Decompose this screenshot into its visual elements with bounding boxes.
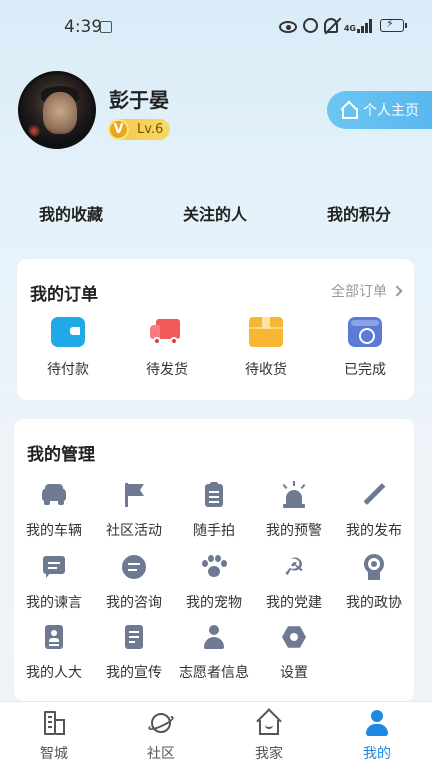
vip-icon: V: [108, 119, 129, 140]
management-item-label: 我的宠物: [186, 595, 242, 611]
nav-item-my-home[interactable]: 我家: [229, 708, 309, 763]
order-pending-receipt[interactable]: 待收货: [231, 317, 301, 379]
management-item-label: 我的宣传: [106, 665, 162, 681]
all-orders-link[interactable]: 全部订单: [331, 281, 403, 301]
management-item-label: 我的车辆: [26, 523, 82, 539]
sim-icon: [100, 21, 112, 33]
user-icon: [363, 709, 391, 737]
nav-item-me[interactable]: 我的: [337, 709, 417, 763]
level-text: Lv.6: [137, 122, 164, 137]
management-item-label: 我的政协: [346, 595, 402, 611]
nav-item-smart-city[interactable]: 智城: [14, 709, 94, 763]
settings-hex-icon: [279, 622, 309, 652]
flag-icon: [119, 480, 149, 510]
management-item-label: 随手拍: [193, 523, 235, 539]
personal-homepage-label: 个人主页: [363, 103, 419, 119]
order-item-label: 待发货: [146, 362, 188, 378]
wallet-icon: [51, 317, 85, 347]
management-item-label: 我的发布: [346, 523, 402, 539]
management-item-label: 我的人大: [26, 665, 82, 681]
party-emblem-icon: ☭: [283, 553, 305, 581]
orders-title: 我的订单: [30, 285, 98, 305]
house-icon: [255, 708, 283, 737]
mute-bell-icon: [323, 18, 338, 33]
nav-item-label: 我家: [255, 746, 283, 762]
order-completed[interactable]: 已完成: [330, 317, 400, 379]
truck-icon: [150, 317, 184, 347]
management-item-volunteer-info[interactable]: 志愿者信息: [174, 622, 254, 682]
box-icon: [249, 317, 283, 347]
chat-bubble-icon: [119, 552, 149, 582]
person-icon: [199, 622, 229, 652]
management-item-pets[interactable]: 我的宠物: [174, 552, 254, 612]
car-icon: [39, 480, 69, 510]
nav-item-label: 我的: [363, 746, 391, 762]
quick-link-following[interactable]: 关注的人: [183, 201, 247, 225]
management-item-label: 我的咨询: [106, 595, 162, 611]
management-item-party-building[interactable]: ☭ 我的党建: [254, 552, 334, 612]
pencil-icon: [359, 480, 389, 510]
management-item-community-events[interactable]: 社区活动: [94, 480, 174, 540]
bottom-nav: 智城 社区 我家 我的: [0, 701, 432, 768]
document-icon: [119, 622, 149, 652]
management-item-suggestions[interactable]: 我的谏言: [14, 552, 94, 612]
management-item-alerts[interactable]: 我的预警: [254, 480, 334, 540]
order-item-label: 待付款: [47, 362, 89, 378]
battery-icon: [380, 17, 407, 32]
planet-icon: [146, 709, 176, 737]
status-bar: 4:39 4G: [0, 0, 432, 52]
medal-icon: [359, 552, 389, 582]
username: 彭于晏: [109, 88, 169, 112]
nav-item-label: 社区: [147, 746, 175, 762]
city-icon: [40, 709, 68, 737]
eye-comfort-icon: [278, 20, 297, 33]
management-item-vehicles[interactable]: 我的车辆: [14, 480, 94, 540]
management-item-settings[interactable]: 设置: [254, 622, 334, 682]
paw-icon: [199, 552, 229, 582]
management-item-label: 我的预警: [266, 523, 322, 539]
home-icon: [340, 102, 358, 119]
order-item-label: 待收货: [245, 362, 287, 378]
management-item-publicity[interactable]: 我的宣传: [94, 622, 174, 682]
nav-item-label: 智城: [40, 746, 68, 762]
order-item-label: 已完成: [344, 362, 386, 378]
siren-icon: [279, 480, 309, 510]
management-card: 我的管理 我的车辆 社区活动 随手拍 我的预警 我的发布 我的谏言 我的咨询 我…: [14, 419, 414, 701]
signal-icon: [357, 18, 372, 33]
clipboard-icon: [199, 480, 229, 510]
personal-homepage-button[interactable]: 个人主页: [327, 91, 432, 129]
management-item-label: 志愿者信息: [179, 665, 249, 681]
chevron-right-icon: [391, 285, 403, 297]
nav-item-community[interactable]: 社区: [121, 709, 201, 763]
id-badge-icon: [39, 622, 69, 652]
quick-link-favorites[interactable]: 我的收藏: [39, 201, 103, 225]
order-pending-shipment[interactable]: 待发货: [132, 317, 202, 379]
management-title: 我的管理: [27, 445, 95, 465]
message-icon: [39, 552, 69, 582]
management-item-label: 我的党建: [266, 595, 322, 611]
management-item-label: 设置: [280, 665, 308, 681]
level-badge: V Lv.6: [108, 119, 170, 140]
status-time: 4:39: [64, 17, 103, 37]
management-item-label: 我的谏言: [26, 595, 82, 611]
management-item-consultation[interactable]: 我的咨询: [94, 552, 174, 612]
completed-icon: [348, 317, 382, 347]
network-type: 4G: [343, 23, 356, 33]
order-pending-payment[interactable]: 待付款: [33, 317, 103, 379]
management-item-cppcc[interactable]: 我的政协: [334, 552, 414, 612]
management-item-label: 社区活动: [106, 523, 162, 539]
status-icons: 4G: [278, 17, 407, 33]
avatar[interactable]: [18, 71, 96, 149]
orders-card: 我的订单 全部订单 待付款 待发货 待收货 已完成: [17, 259, 414, 400]
alarm-icon: [302, 18, 318, 33]
management-item-snapshot[interactable]: 随手拍: [174, 480, 254, 540]
management-item-posts[interactable]: 我的发布: [334, 480, 414, 540]
management-item-npc[interactable]: 我的人大: [14, 622, 94, 682]
all-orders-label: 全部订单: [331, 284, 387, 300]
quick-link-points[interactable]: 我的积分: [327, 201, 391, 225]
